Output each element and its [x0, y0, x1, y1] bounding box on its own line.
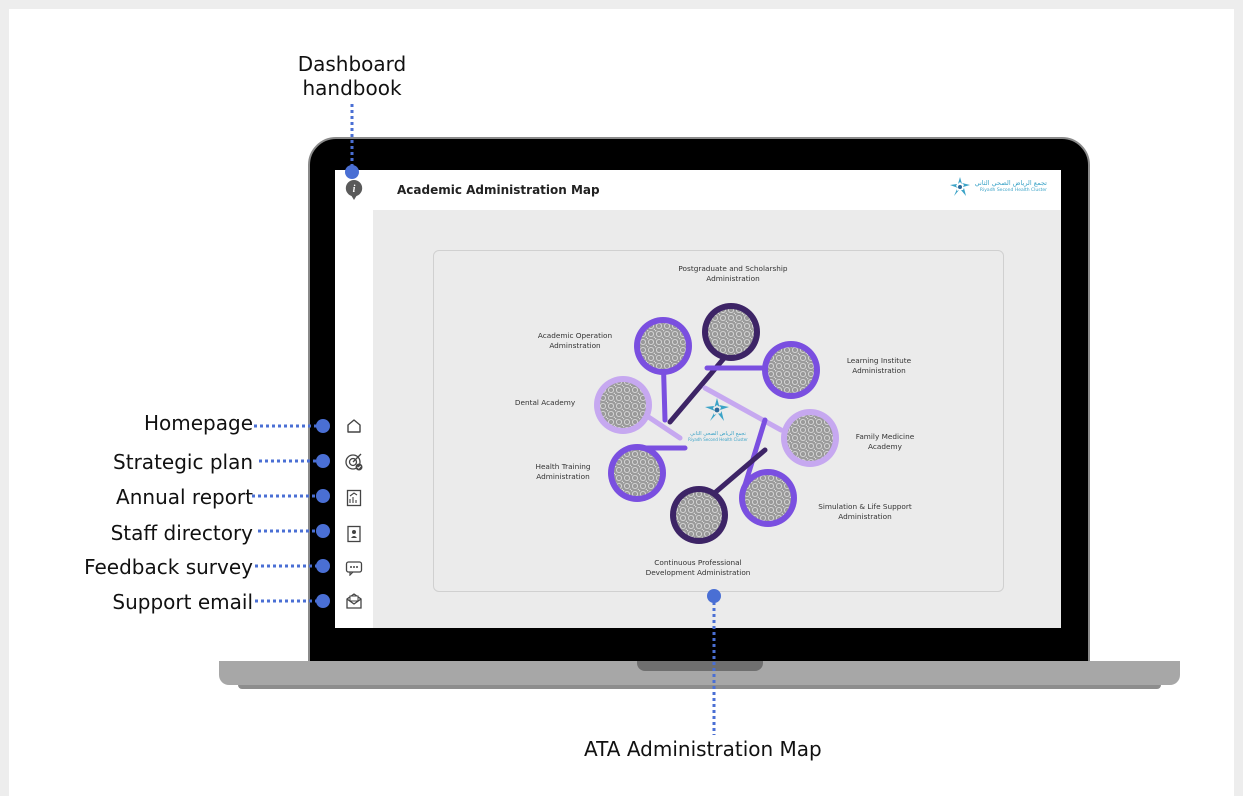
node-family-medicine [781, 409, 839, 467]
label-cpd-line1: Continuous Professional [654, 558, 742, 567]
callout-ata-map: ATA Administration Map [584, 737, 822, 761]
label-academic-line2: Adminstration [549, 341, 601, 350]
laptop-base-edge [238, 685, 1161, 689]
label-health-line2: Administration [536, 472, 590, 481]
label-health-line1: Health Training [535, 462, 591, 471]
label-dental-line1: Dental Academy [514, 398, 576, 407]
callout-feedback-survey: Feedback survey [84, 555, 253, 579]
label-postgraduate-line2: Administration [706, 274, 760, 283]
label-simulation: Simulation & Life Support Administration [805, 502, 925, 522]
callout-dashboard-handbook: Dashboard handbook [292, 52, 412, 100]
label-continuous-professional: Continuous Professional Development Admi… [618, 558, 778, 578]
node-health-training [608, 444, 666, 502]
node-postgraduate [702, 303, 760, 361]
laptop-notch [637, 661, 763, 671]
callout-dashboard-line2: handbook [302, 76, 402, 100]
label-learning-line2: Administration [852, 366, 906, 375]
label-family-line2: Academy [868, 442, 902, 451]
callout-strategic-plan: Strategic plan [113, 450, 253, 474]
label-health-training: Health Training Administration [518, 462, 608, 482]
label-simulation-line1: Simulation & Life Support [818, 502, 912, 511]
callout-support-email: Support email [112, 590, 253, 614]
label-academic-operation: Academic Operation Adminstration [525, 331, 625, 351]
label-learning-institute: Learning Institute Administration [829, 356, 929, 376]
callout-staff-directory: Staff directory [110, 521, 253, 545]
node-academic-operation [634, 317, 692, 375]
center-logo-english: Riyadh Second Health Cluster [688, 437, 748, 442]
label-postgraduate: Postgraduate and Scholarship Administrat… [653, 264, 813, 284]
label-learning-line1: Learning Institute [846, 356, 912, 365]
node-simulation [739, 469, 797, 527]
callout-annual-report: Annual report [116, 485, 253, 509]
label-academic-line1: Academic Operation [537, 331, 613, 340]
label-family-medicine: Family Medicine Academy [840, 432, 930, 452]
dashboard-screen: i Academic Administration Map تجمع الريا… [335, 170, 1061, 628]
node-continuous-professional [670, 486, 728, 544]
label-family-line1: Family Medicine [855, 432, 915, 441]
node-learning-institute [762, 341, 820, 399]
label-postgraduate-line1: Postgraduate and Scholarship [678, 264, 788, 273]
callout-homepage: Homepage [143, 411, 253, 435]
node-dental-academy [594, 376, 652, 434]
label-cpd-line2: Development Administration [645, 568, 751, 577]
callout-dashboard-line1: Dashboard [297, 52, 407, 76]
label-dental-academy: Dental Academy [500, 398, 590, 408]
label-simulation-line2: Administration [838, 512, 892, 521]
